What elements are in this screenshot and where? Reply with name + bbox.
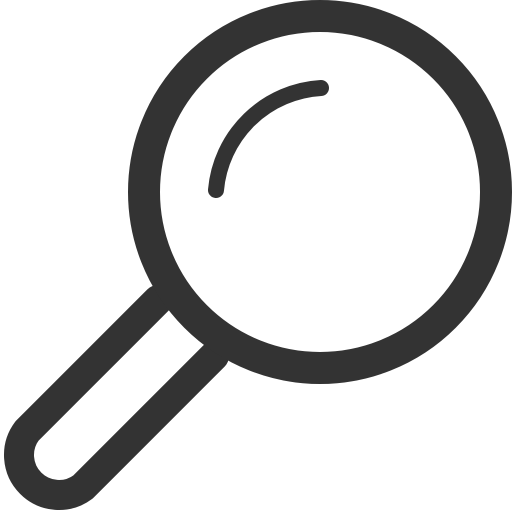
search-icon: [4, 0, 512, 510]
icon-canvas: [0, 0, 512, 512]
magnifier-handle: [4, 285, 229, 510]
magnifier-lens-ring: [128, 0, 512, 384]
